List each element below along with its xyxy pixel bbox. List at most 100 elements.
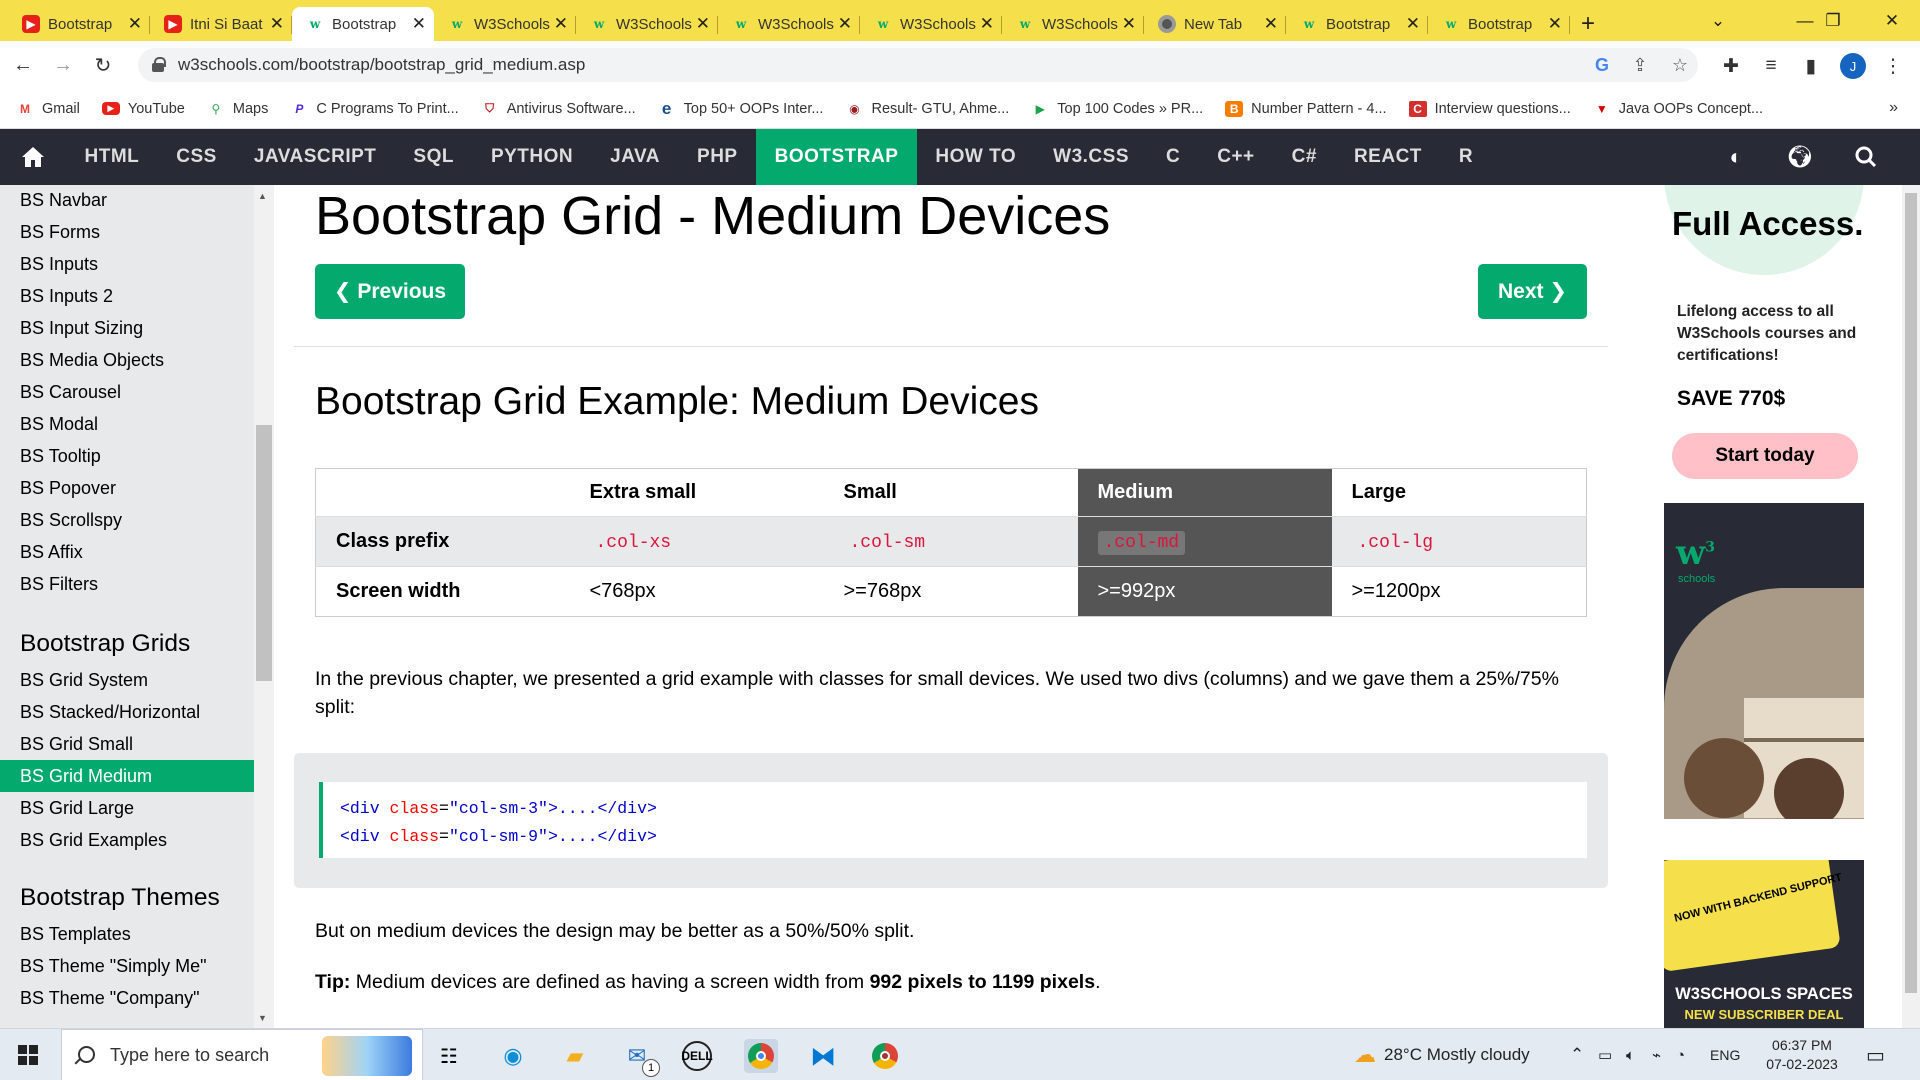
restore-button[interactable]: ❐ xyxy=(1805,0,1861,41)
search-icon[interactable] xyxy=(1852,143,1880,171)
weather-widget[interactable]: ☁ 28°C Mostly cloudy xyxy=(1354,1029,1530,1080)
sidebar-item[interactable]: BS Tooltip xyxy=(0,440,254,472)
browser-tab[interactable]: w Bootstrap ✕ xyxy=(1286,7,1428,41)
topnav-w3css[interactable]: W3.CSS xyxy=(1035,129,1148,185)
sidebar-item[interactable]: BS Inputs xyxy=(0,248,254,280)
sidebar-item-active[interactable]: BS Grid Medium xyxy=(0,760,254,792)
dell-icon[interactable]: DELL xyxy=(681,1041,713,1071)
close-tab-icon[interactable]: ✕ xyxy=(270,14,284,34)
wifi-icon[interactable]: ◔ xyxy=(1676,1029,1685,1080)
ad-banner-spaces[interactable]: NOW WITH BACKEND SUPPORT W3SCHOOLS SPACE… xyxy=(1664,860,1864,1028)
browser-tab[interactable]: w W3Schools ✕ xyxy=(718,7,860,41)
close-tab-icon[interactable]: ✕ xyxy=(1406,14,1420,34)
notifications-icon[interactable]: ▭ xyxy=(1866,1029,1885,1080)
close-tab-icon[interactable]: ✕ xyxy=(1264,14,1278,34)
vscode-icon[interactable]: ⧓ xyxy=(806,1039,840,1073)
google-translate-icon[interactable]: G xyxy=(1590,53,1614,77)
close-tab-icon[interactable]: ✕ xyxy=(838,14,852,34)
menu-icon[interactable]: ⋮ xyxy=(1880,53,1906,79)
bookmark-item[interactable]: e Top 50+ OOPs Inter... xyxy=(658,99,824,118)
network-icon[interactable]: ⌁ xyxy=(1652,1029,1661,1080)
edge-icon[interactable]: ◉ xyxy=(496,1039,530,1073)
sidebar-item[interactable]: BS Grid Large xyxy=(0,792,254,824)
sidebar-item[interactable]: BS Filters xyxy=(0,568,254,600)
page-scroll-thumb[interactable] xyxy=(1905,193,1917,993)
browser-tab[interactable]: w W3Schools ✕ xyxy=(576,7,718,41)
close-window-button[interactable]: ✕ xyxy=(1864,0,1920,41)
topnav-r[interactable]: R xyxy=(1440,129,1491,185)
scroll-up-icon[interactable]: ▲ xyxy=(258,191,267,201)
browser-tab[interactable]: ▶ Itni Si Baat ✕ xyxy=(150,7,292,41)
bookmark-star-icon[interactable]: ☆ xyxy=(1668,53,1692,77)
taskbar-search-box[interactable]: Type here to search xyxy=(61,1029,423,1080)
profile-avatar[interactable]: J xyxy=(1840,53,1866,79)
sidebar-scrollbar[interactable]: ▲ ▼ xyxy=(254,185,274,1028)
topnav-react[interactable]: REACT xyxy=(1335,129,1440,185)
close-tab-icon[interactable]: ✕ xyxy=(1548,14,1562,34)
close-tab-icon[interactable]: ✕ xyxy=(696,14,710,34)
ad-banner-photo[interactable]: w3 schools xyxy=(1664,503,1864,819)
browser-tab[interactable]: New Tab ✕ xyxy=(1144,7,1286,41)
home-icon[interactable] xyxy=(0,129,66,185)
bookmark-item[interactable]: PC Programs To Print... xyxy=(290,101,458,117)
more-bookmarks-icon[interactable]: » xyxy=(1889,99,1898,117)
sidebar-item[interactable]: BS Media Objects xyxy=(0,344,254,376)
bookmark-item[interactable]: ▶ Top 100 Codes » PR... xyxy=(1031,101,1204,117)
browser-tab-active[interactable]: w Bootstrap ✕ xyxy=(292,7,434,41)
bookmark-item[interactable]: M Gmail xyxy=(16,101,80,117)
topnav-bootstrap[interactable]: BOOTSTRAP xyxy=(756,129,917,185)
topnav-php[interactable]: PHP xyxy=(679,129,757,185)
topnav-csharp[interactable]: C# xyxy=(1273,129,1335,185)
bookmark-item[interactable]: C Interview questions... xyxy=(1408,100,1571,117)
tab-search-icon[interactable]: ⌄ xyxy=(1690,0,1746,41)
sidebar-item[interactable]: BS Navbar xyxy=(0,185,254,216)
browser-tab[interactable]: w W3Schools ✕ xyxy=(434,7,576,41)
task-view-icon[interactable]: ☷ xyxy=(432,1039,466,1073)
start-today-button[interactable]: Start today xyxy=(1672,433,1858,479)
globe-icon[interactable]: 🌍︎ xyxy=(1786,143,1814,171)
browser-tab[interactable]: w W3Schools ✕ xyxy=(860,7,1002,41)
sidebar-item[interactable]: BS Popover xyxy=(0,472,254,504)
browser-tab[interactable]: ▶ Bootstrap ✕ xyxy=(8,7,150,41)
sidebar-item[interactable]: BS Forms xyxy=(0,216,254,248)
topnav-html[interactable]: HTML xyxy=(66,129,158,185)
side-panel-icon[interactable]: ▮ xyxy=(1798,53,1824,79)
scroll-down-icon[interactable]: ▼ xyxy=(258,1013,267,1023)
dark-mode-icon[interactable]: ◐ xyxy=(1722,143,1750,171)
close-tab-icon[interactable]: ✕ xyxy=(128,14,142,34)
address-bar[interactable]: w3schools.com/bootstrap/bootstrap_grid_m… xyxy=(138,48,1698,82)
sidebar-item[interactable]: BS Input Sizing xyxy=(0,312,254,344)
browser-tab[interactable]: w Bootstrap ✕ xyxy=(1428,7,1570,41)
bookmark-item[interactable]: ▶ YouTube xyxy=(101,101,185,117)
volume-icon[interactable]: 🔈︎ xyxy=(1626,1029,1635,1080)
sidebar-item[interactable]: BS Affix xyxy=(0,536,254,568)
chrome-taskbar-icon[interactable] xyxy=(744,1039,778,1073)
topnav-python[interactable]: PYTHON xyxy=(472,129,591,185)
sidebar-item[interactable]: BS Templates xyxy=(0,918,254,950)
browser-tab[interactable]: w W3Schools ✕ xyxy=(1002,7,1144,41)
topnav-java[interactable]: JAVA xyxy=(592,129,679,185)
extensions-icon[interactable]: ✚ xyxy=(1718,53,1744,79)
topnav-javascript[interactable]: JAVASCRIPT xyxy=(235,129,395,185)
topnav-howto[interactable]: HOW TO xyxy=(917,129,1035,185)
chrome-profile-icon[interactable] xyxy=(868,1039,902,1073)
media-control-icon[interactable]: ≡ xyxy=(1758,53,1784,79)
windows-start-icon[interactable] xyxy=(18,1045,38,1065)
page-scrollbar[interactable] xyxy=(1902,185,1920,1028)
language-indicator[interactable]: ENG xyxy=(1710,1029,1740,1080)
new-tab-button[interactable]: + xyxy=(1570,7,1606,41)
bookmark-item[interactable]: ⚲ Maps xyxy=(207,101,268,117)
back-icon[interactable]: ← xyxy=(6,48,40,82)
bookmark-item[interactable]: ◉ Result- GTU, Ahme... xyxy=(845,101,1009,117)
tray-chevron-icon[interactable]: ⌃ xyxy=(1570,1029,1584,1080)
topnav-css[interactable]: CSS xyxy=(158,129,236,185)
sidebar-item[interactable]: BS Carousel xyxy=(0,376,254,408)
bookmark-item[interactable]: ▼ Java OOPs Concept... xyxy=(1593,101,1763,117)
close-tab-icon[interactable]: ✕ xyxy=(412,14,426,34)
sidebar-item[interactable]: BS Scrollspy xyxy=(0,504,254,536)
sidebar-item[interactable]: BS Theme "Company" xyxy=(0,982,254,1014)
bookmark-item[interactable]: ⛉ Antivirus Software... xyxy=(481,101,635,117)
sidebar-item[interactable]: BS Modal xyxy=(0,408,254,440)
battery-icon[interactable]: ▭ xyxy=(1598,1029,1612,1080)
sidebar-scroll-thumb[interactable] xyxy=(256,425,272,681)
